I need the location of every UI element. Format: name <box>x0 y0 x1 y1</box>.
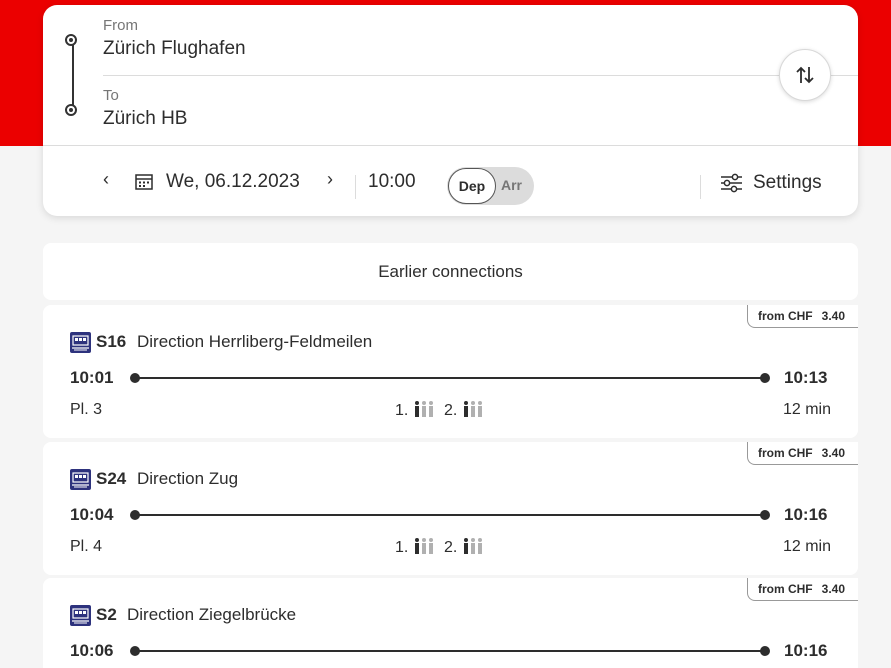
price-label: from CHF <box>757 309 813 323</box>
arrival-dot <box>760 646 770 656</box>
occupancy-second-class: 2. <box>444 538 484 557</box>
occupancy-first-class: 1. <box>395 401 435 420</box>
departure-time: 10:04 <box>70 505 114 524</box>
time-field[interactable]: 10:00 <box>368 171 416 193</box>
price-value: 3.40 <box>821 309 845 323</box>
settings-label: Settings <box>753 172 822 193</box>
price-value: 3.40 <box>821 582 845 596</box>
platform: Pl. 3 <box>70 401 103 418</box>
direction: Direction Zug <box>137 469 239 488</box>
earlier-connections-button[interactable]: Earlier connections <box>43 243 858 300</box>
class-label: 1. <box>395 402 409 419</box>
arrival-dot <box>760 510 770 520</box>
train-icon <box>70 605 91 626</box>
next-day-button[interactable]: › <box>327 169 333 190</box>
connection-card[interactable]: from CHF 3.40 S16 Direction Herrliberg-F… <box>43 305 858 438</box>
occupancy-icon <box>463 401 482 417</box>
price-label: from CHF <box>757 582 813 596</box>
duration: 12 min <box>782 538 831 555</box>
calendar-icon[interactable] <box>135 173 153 190</box>
divider <box>700 175 701 199</box>
from-field[interactable]: Zürich Flughafen <box>103 38 246 60</box>
line-name: S24 <box>96 469 127 488</box>
duration: 12 min <box>782 401 831 418</box>
dep-arr-toggle[interactable]: Dep Arr <box>447 167 534 205</box>
arrival-dot <box>760 373 770 383</box>
journey-line <box>135 514 765 516</box>
platform: Pl. 4 <box>70 538 103 555</box>
line-name: S16 <box>96 332 127 351</box>
origin-stop-icon <box>65 34 77 46</box>
divider <box>355 175 356 199</box>
class-label: 1. <box>395 539 409 556</box>
dep-option[interactable]: Dep <box>448 168 496 204</box>
arrival-time: 10:13 <box>784 368 828 387</box>
occupancy-icon <box>463 538 482 554</box>
to-field[interactable]: Zürich HB <box>103 108 187 130</box>
occupancy-icon <box>414 538 433 554</box>
journey-line <box>135 650 765 652</box>
occupancy-second-class: 2. <box>444 401 484 420</box>
arrival-time: 10:16 <box>784 641 828 660</box>
settings-button[interactable]: Settings <box>720 171 822 195</box>
departure-time: 10:01 <box>70 368 114 387</box>
destination-stop-icon <box>65 104 77 116</box>
price-value: 3.40 <box>821 446 845 460</box>
search-card: From Zürich Flughafen To Zürich HB ‹ We,… <box>43 5 858 216</box>
previous-day-button[interactable]: ‹ <box>103 169 109 190</box>
to-label: To <box>103 87 119 104</box>
class-label: 2. <box>444 402 458 419</box>
date-field[interactable]: We, 06.12.2023 <box>166 171 300 193</box>
occupancy-first-class: 1. <box>395 538 435 557</box>
direction: Direction Herrliberg-Feldmeilen <box>137 332 373 351</box>
arrival-time: 10:16 <box>784 505 828 524</box>
price-tag: from CHF 3.40 <box>746 578 858 601</box>
class-label: 2. <box>444 539 458 556</box>
price-tag: from CHF 3.40 <box>746 305 858 328</box>
occupancy-icon <box>414 401 433 417</box>
route-line <box>72 45 74 111</box>
divider <box>103 75 858 76</box>
price-tag: from CHF 3.40 <box>746 442 858 465</box>
price-label: from CHF <box>757 446 813 460</box>
line-name: S2 <box>96 605 117 624</box>
train-icon <box>70 332 91 353</box>
arr-option[interactable]: Arr <box>501 177 522 193</box>
divider <box>43 145 858 146</box>
from-label: From <box>103 17 138 34</box>
swap-icon <box>796 66 814 84</box>
connection-card[interactable]: from CHF 3.40 S2 Direction Ziegelbrücke … <box>43 578 858 668</box>
departure-time: 10:06 <box>70 641 114 660</box>
direction: Direction Ziegelbrücke <box>127 605 297 624</box>
swap-button[interactable] <box>779 49 831 101</box>
journey-line <box>135 377 765 379</box>
sliders-icon <box>721 173 742 193</box>
train-icon <box>70 469 91 490</box>
connection-card[interactable]: from CHF 3.40 S24 Direction Zug 10:04 10… <box>43 442 858 575</box>
